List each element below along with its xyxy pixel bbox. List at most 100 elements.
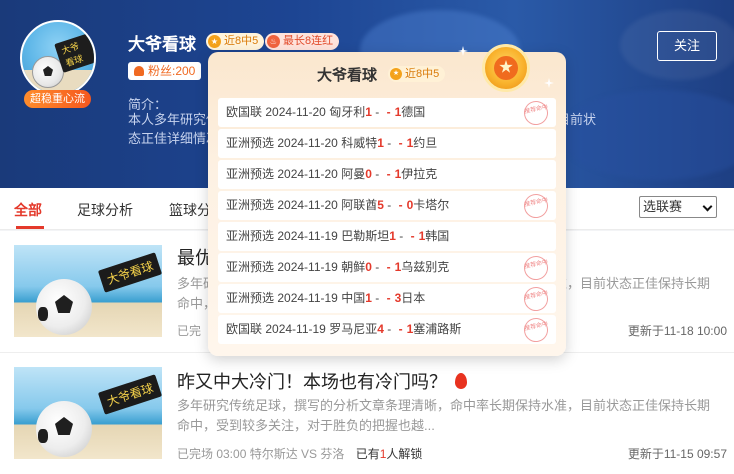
- home-team: 朝鲜: [341, 260, 366, 274]
- home-team: 阿联酋: [341, 198, 378, 212]
- fire-icon: [455, 373, 467, 389]
- match-row[interactable]: 亚洲预选 2024-11-20 阿曼0 - -1伊拉克: [218, 160, 556, 189]
- match-date: 2024-11-19: [265, 322, 326, 336]
- match-row[interactable]: 亚洲预选 2024-11-19 巴勒斯坦1 - -1韩国: [218, 222, 556, 251]
- home-team: 中国: [341, 291, 366, 305]
- home-team: 科威特: [341, 136, 378, 150]
- update-time: 更新于11-15 09:57: [627, 447, 727, 461]
- match-date: 2024-11-19: [277, 260, 338, 274]
- match-league: 欧国联: [226, 322, 263, 336]
- score-sep: -: [386, 291, 391, 305]
- match-status: 已完: [177, 324, 202, 338]
- hit-stamp-icon: 推荐命中: [521, 315, 551, 345]
- match-status: 已完场 03:00 特尔斯达 VS 芬洛: [177, 447, 345, 461]
- fans-label: 粉丝:200: [148, 64, 196, 78]
- article-meta: 已完场 03:00 特尔斯达 VS 芬洛 已有1人解锁: [177, 445, 422, 462]
- away-team: 乌兹别克: [401, 260, 450, 274]
- match-row[interactable]: 欧国联 2024-11-20 匈牙利1 - -1德国 推荐命中: [218, 98, 556, 128]
- home-score: 1: [365, 291, 372, 305]
- user-icon: [134, 66, 144, 76]
- record-popup: 大爷看球 ★ 近8中5 欧国联 2024-11-20 匈牙利1 - -1德国 推荐…: [208, 44, 566, 356]
- match-date: 2024-11-20: [277, 198, 338, 212]
- match-date: 2024-11-19: [277, 291, 338, 305]
- home-score: 1: [377, 136, 384, 150]
- home-team: 阿曼: [341, 167, 366, 181]
- thumbnail-tag: 大爷看球: [97, 252, 162, 293]
- match-league: 亚洲预选: [226, 291, 275, 305]
- home-score: 1: [389, 229, 396, 243]
- home-score: 5: [377, 198, 384, 212]
- streak-label: 最长8连红: [283, 35, 334, 47]
- match-row[interactable]: 亚洲预选 2024-11-19 中国1 - -3日本 推荐命中: [218, 284, 556, 314]
- away-team: 伊拉克: [401, 167, 438, 181]
- update-time: 更新于11-18 10:00: [627, 324, 727, 338]
- score-sep: -: [386, 167, 391, 181]
- article-thumbnail[interactable]: 大爷看球: [14, 245, 162, 337]
- match-league: 亚洲预选: [226, 229, 275, 243]
- article-title-text: 昨又中大冷门！本场也有冷门吗？: [177, 372, 447, 392]
- home-score: 1: [365, 105, 372, 119]
- match-date: 2024-11-20: [265, 105, 326, 119]
- match-league: 亚洲预选: [226, 260, 275, 274]
- match-row[interactable]: 亚洲预选 2024-11-19 朝鲜0 - -1乌兹别克 推荐命中: [218, 253, 556, 283]
- home-score: 0: [365, 167, 372, 181]
- tab-football[interactable]: 足球分析: [77, 200, 133, 220]
- article-thumbnail[interactable]: 大爷看球: [14, 367, 162, 459]
- score-sep: -: [386, 260, 391, 274]
- match-results: 欧国联 2024-11-20 匈牙利1 - -1德国 推荐命中 亚洲预选 2024-…: [218, 98, 556, 346]
- home-score: 0: [365, 260, 372, 274]
- away-team: 韩国: [425, 229, 450, 243]
- recent-record-label: 近8中5: [224, 35, 259, 47]
- active-tab-underline: [16, 226, 44, 229]
- hit-stamp-icon: 推荐命中: [521, 191, 551, 221]
- score-sep: -: [398, 136, 403, 150]
- away-team: 塞浦路斯: [413, 322, 462, 336]
- match-league: 亚洲预选: [226, 167, 275, 181]
- sparkle-icon: [544, 78, 554, 88]
- fire-icon: ♨: [267, 35, 280, 48]
- soccer-ball-icon: [36, 279, 92, 335]
- chevron-down-icon: [702, 201, 713, 212]
- match-row[interactable]: 欧国联 2024-11-19 罗马尼亚4 - -1塞浦路斯 推荐命中: [218, 315, 556, 345]
- match-date: 2024-11-20: [277, 136, 338, 150]
- streak-chip: ♨ 最长8连红: [265, 33, 340, 50]
- home-team: 罗马尼亚: [329, 322, 378, 336]
- match-date: 2024-11-19: [277, 229, 338, 243]
- league-select-value: 选联赛: [643, 199, 683, 214]
- recent-record-chip: ★ 近8中5: [206, 33, 265, 50]
- home-team: 匈牙利: [329, 105, 366, 119]
- fans-count: 粉丝:200: [128, 62, 202, 80]
- score-sep: -: [398, 322, 403, 336]
- follow-button[interactable]: 关注: [657, 31, 717, 61]
- league-select[interactable]: 选联赛: [639, 196, 717, 218]
- match-league: 亚洲预选: [226, 198, 275, 212]
- home-score: 4: [377, 322, 384, 336]
- soccer-ball-icon: [36, 401, 92, 457]
- away-team: 日本: [401, 291, 426, 305]
- popup-record-label: 近8中5: [405, 68, 440, 80]
- article-item[interactable]: 大爷看球 昨又中大冷门！本场也有冷门吗？ 多年研究传统足球，撰写的分析文章条理清…: [0, 352, 734, 472]
- article-meta: 已完: [177, 322, 201, 339]
- article-summary: 多年研究传统足球，撰写的分析文章条理清晰，命中率长期保持水准，目前状态正佳保持长…: [177, 398, 711, 433]
- unlock-prefix: 已有: [355, 447, 380, 461]
- star-icon: ★: [390, 68, 402, 80]
- match-date: 2024-11-20: [277, 167, 338, 181]
- popup-title: 大爷看球: [317, 67, 378, 84]
- article-title[interactable]: 昨又中大冷门！本场也有冷门吗？: [177, 368, 467, 394]
- away-team: 卡塔尔: [413, 198, 450, 212]
- away-team: 约旦: [413, 136, 438, 150]
- match-row[interactable]: 亚洲预选 2024-11-20 阿联酋5 - -0卡塔尔 推荐命中: [218, 191, 556, 221]
- hit-stamp-icon: 推荐命中: [521, 253, 551, 283]
- score-sep: -: [410, 229, 415, 243]
- score-sep: -: [386, 105, 391, 119]
- tab-all[interactable]: 全部: [14, 200, 42, 220]
- score-sep: -: [398, 198, 403, 212]
- hit-stamp-icon: 推荐命中: [521, 284, 551, 314]
- expert-name: 大爷看球: [128, 35, 196, 54]
- medal-icon: [482, 44, 530, 92]
- match-row[interactable]: 亚洲预选 2024-11-20 科威特1 - -1约旦: [218, 129, 556, 158]
- avatar[interactable]: 大爷看球: [20, 20, 96, 96]
- unlock-suffix: 人解锁: [386, 447, 423, 461]
- match-league: 欧国联: [226, 105, 263, 119]
- popup-record-chip: ★ 近8中5: [388, 66, 446, 82]
